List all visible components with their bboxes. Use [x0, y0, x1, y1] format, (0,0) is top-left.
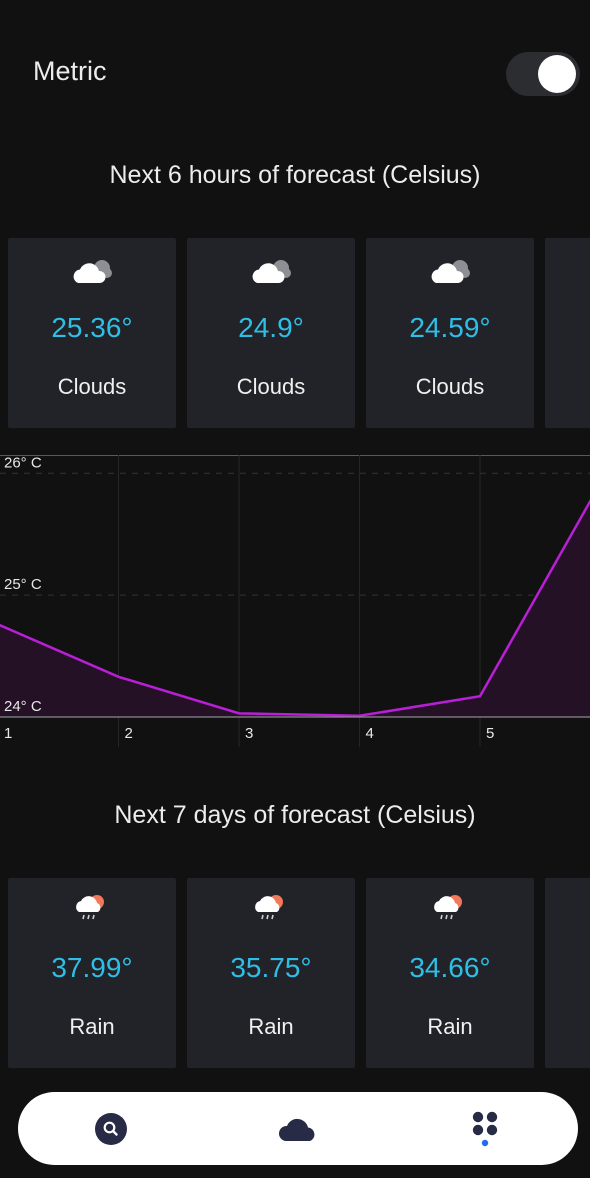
- hourly-condition: Clouds: [415, 374, 485, 399]
- daily-condition: Rain: [427, 1014, 473, 1039]
- metric-setting-row: Metric: [0, 40, 590, 110]
- daily-temp: 34.66°: [409, 952, 491, 983]
- chart-x-tick-label: 2: [125, 725, 133, 742]
- daily-forecast-title: Next 7 days of forecast (Celsius): [114, 801, 476, 829]
- nav-search-button[interactable]: [51, 1092, 171, 1165]
- metric-label: Metric: [33, 56, 107, 86]
- hourly-card-strip[interactable]: 25.36° Clouds 24.9° Clouds 24.59° Clouds: [0, 238, 590, 428]
- hourly-card[interactable]: 24.59° Clouds: [366, 238, 534, 428]
- chart-canvas: 26° C 25° C 24° C 1 2 3 4 5: [0, 455, 590, 747]
- hourly-card-partial[interactable]: [545, 238, 590, 428]
- search-icon: [95, 1112, 127, 1145]
- bottom-navigation-bar: [18, 1092, 578, 1165]
- daily-temp: 37.99°: [51, 952, 133, 983]
- cloud-icon: [366, 256, 534, 290]
- active-indicator-dot: [481, 1139, 489, 1146]
- hourly-temp: 25.36°: [51, 312, 133, 343]
- chart-y-tick-label: 25° C: [4, 576, 42, 593]
- daily-card[interactable]: 37.99° Rain: [8, 878, 176, 1068]
- hourly-card[interactable]: 24.9° Clouds: [187, 238, 355, 428]
- chart-y-tick-label: 24° C: [4, 698, 42, 715]
- metric-toggle[interactable]: [506, 52, 580, 96]
- rain-sun-icon: [187, 892, 355, 926]
- chart-x-tick-label: 1: [4, 725, 12, 742]
- chart-x-tick-label: 5: [486, 725, 494, 742]
- daily-temp: 35.75°: [230, 952, 312, 983]
- hourly-temp: 24.59°: [409, 312, 491, 343]
- cloud-icon: [278, 1118, 315, 1141]
- rain-sun-icon: [366, 892, 534, 926]
- daily-card-strip[interactable]: 37.99° Rain 35.75° Rain 34.66° Rain: [0, 878, 590, 1068]
- hourly-temp: 24.9°: [238, 312, 304, 343]
- hourly-condition: Clouds: [57, 374, 127, 399]
- nav-weather-button[interactable]: [238, 1092, 358, 1165]
- daily-card[interactable]: 35.75° Rain: [187, 878, 355, 1068]
- hourly-card[interactable]: 25.36° Clouds: [8, 238, 176, 428]
- hourly-temperature-chart: 26° C 25° C 24° C 1 2 3 4 5: [0, 455, 590, 755]
- apps-dots-icon: [472, 1111, 498, 1146]
- chart-y-tick-label: 26° C: [4, 455, 42, 471]
- daily-card-partial[interactable]: [545, 878, 590, 1068]
- toggle-knob: [538, 55, 576, 93]
- hourly-condition: Clouds: [236, 374, 306, 399]
- chart-x-tick-label: 4: [366, 725, 374, 742]
- cloud-icon: [187, 256, 355, 290]
- hourly-forecast-title: Next 6 hours of forecast (Celsius): [109, 161, 481, 189]
- daily-condition: Rain: [248, 1014, 294, 1039]
- nav-apps-button[interactable]: [425, 1092, 545, 1165]
- cloud-icon: [8, 256, 176, 290]
- chart-area: [0, 501, 590, 717]
- chart-x-tick-label: 3: [245, 725, 253, 742]
- rain-sun-icon: [8, 892, 176, 926]
- daily-condition: Rain: [69, 1014, 115, 1039]
- daily-card[interactable]: 34.66° Rain: [366, 878, 534, 1068]
